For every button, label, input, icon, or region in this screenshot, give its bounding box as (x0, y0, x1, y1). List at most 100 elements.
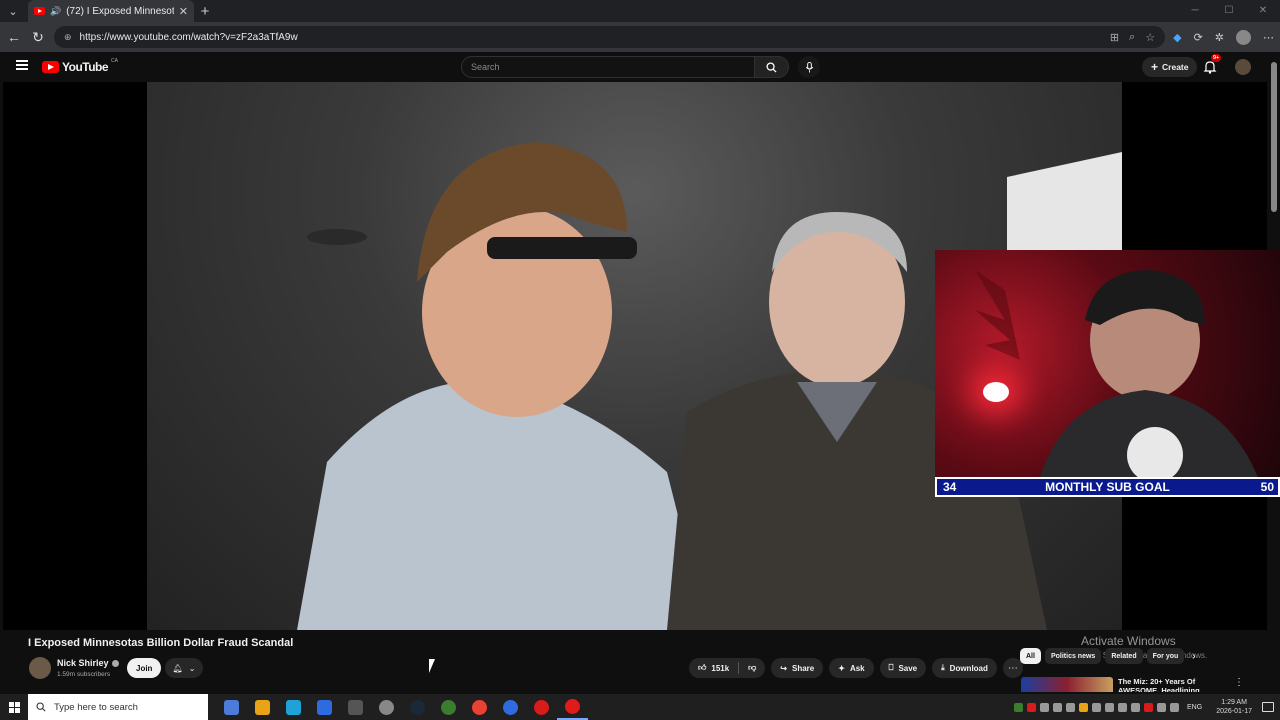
taskbar-app-icon[interactable] (495, 694, 526, 720)
taskbar-app-icon[interactable] (402, 694, 433, 720)
app-glyph-icon (565, 698, 580, 714)
tray-icon[interactable] (1040, 702, 1050, 712)
dislike-button[interactable]: 👎︎ (739, 658, 765, 678)
browser-menu-icon[interactable]: ⋯ (1263, 31, 1274, 44)
start-button[interactable] (0, 694, 28, 720)
taskbar-search[interactable]: Type here to search (28, 694, 208, 720)
close-window-button[interactable]: ✕ (1246, 0, 1280, 22)
menu-icon[interactable] (16, 60, 28, 70)
download-button[interactable]: ⤓ Download (932, 658, 997, 678)
url-text: https://www.youtube.com/watch?v=zF2a3aTf… (79, 31, 298, 43)
recommendation-menu-icon[interactable]: ⋮ (1234, 677, 1244, 688)
more-icon: ⋯ (1007, 662, 1018, 674)
search-icon (766, 61, 777, 73)
extension-icon[interactable]: ◆ (1173, 31, 1181, 44)
account-avatar[interactable] (1235, 59, 1251, 75)
sparkle-icon: ✦ (838, 663, 845, 673)
taskbar-app-icon[interactable] (278, 694, 309, 720)
youtube-logo[interactable]: YouTube CA (42, 58, 118, 74)
favorite-star-icon[interactable]: ☆ (1145, 31, 1155, 44)
thumbs-up-icon: 👍︎ (698, 663, 707, 672)
youtube-header: YouTube CA + Create 9+ (0, 52, 1268, 82)
related-filter-chips: All Politics news Related For you › (1020, 648, 1196, 664)
taskbar-app-icon[interactable] (464, 694, 495, 720)
taskbar-app-icon[interactable] (526, 694, 557, 720)
tray-icon[interactable] (1053, 702, 1063, 712)
extensions-icon[interactable]: ✲ (1215, 31, 1224, 44)
tray-icon[interactable] (1027, 702, 1037, 712)
app-glyph-icon (348, 699, 363, 715)
like-dislike-group: 👍︎ 151k 👎︎ (689, 658, 766, 678)
network-icon[interactable] (1157, 702, 1167, 712)
download-icon: ⤓ (941, 663, 945, 672)
chip-related[interactable]: Related (1105, 648, 1143, 664)
verified-check-icon (111, 659, 119, 667)
save-button[interactable]: ⎕ Save (879, 658, 927, 678)
channel-name[interactable]: Nick Shirley (57, 658, 109, 668)
channel-name-row[interactable]: Nick Shirley (57, 658, 119, 668)
app-glyph-icon (317, 699, 332, 715)
video-title: I Exposed Minnesotas Billion Dollar Frau… (28, 637, 294, 649)
share-icon: ↪ (780, 663, 787, 673)
app-glyph-icon (379, 699, 394, 715)
search-input[interactable] (461, 56, 755, 78)
minimize-button[interactable]: ─ (1178, 0, 1212, 22)
tray-icon[interactable] (1131, 702, 1141, 712)
app-available-icon[interactable]: ⊞ (1110, 31, 1119, 44)
chevron-right-icon[interactable]: › (1192, 651, 1195, 662)
recommendation-thumbnail[interactable] (1021, 677, 1113, 692)
recommendation-title[interactable]: The Miz: 20+ Years Of AWESOME, Headlinin… (1118, 677, 1228, 692)
taskbar-clock[interactable]: 1:29 AM 2026-01-17 (1216, 698, 1252, 716)
plus-icon: + (1151, 60, 1159, 74)
volume-icon[interactable] (1170, 702, 1180, 712)
tray-icon[interactable] (1066, 702, 1076, 712)
taskbar-app-icon[interactable] (371, 694, 402, 720)
taskbar-app-icon[interactable] (247, 694, 278, 720)
ask-button[interactable]: ✦ Ask (829, 658, 874, 678)
search-button[interactable] (755, 56, 789, 78)
browser-tab[interactable]: 🔊 (72) I Exposed Minnesotas Bi ✕ (28, 0, 194, 22)
tab-actions-menu-icon[interactable]: ⌄ (0, 0, 26, 22)
notification-count-badge: 9+ (1211, 54, 1222, 62)
browser-essentials-icon[interactable]: ⟳ (1194, 31, 1203, 44)
back-button[interactable]: ← (6, 29, 22, 45)
tab-title: (72) I Exposed Minnesotas Bi (66, 5, 174, 17)
speaker-icon[interactable]: 🔊 (50, 6, 61, 17)
chip-all[interactable]: All (1020, 648, 1041, 664)
channel-avatar[interactable] (29, 657, 51, 679)
scrollbar-thumb[interactable] (1271, 62, 1277, 212)
voice-search-button[interactable] (798, 56, 820, 78)
taskbar-app-icon[interactable] (216, 694, 247, 720)
site-info-icon[interactable]: ⊕ (64, 32, 72, 43)
taskbar-app-icon[interactable] (433, 694, 464, 720)
subscription-notifications-button[interactable]: 🔔︎ ⌄ (165, 658, 203, 678)
new-tab-button[interactable]: + (194, 3, 216, 20)
save-label: Save (898, 663, 918, 673)
share-button[interactable]: ↪ Share (771, 658, 824, 678)
youtube-logo-text: YouTube (62, 60, 109, 74)
create-button[interactable]: + Create (1142, 57, 1198, 77)
chip-for-you[interactable]: For you (1146, 648, 1185, 664)
tray-icon[interactable] (1118, 702, 1128, 712)
zoom-icon[interactable]: ⌕ (1129, 31, 1135, 44)
url-field[interactable]: ⊕ https://www.youtube.com/watch?v=zF2a3a… (54, 26, 1166, 48)
profile-avatar[interactable] (1236, 29, 1251, 45)
like-button[interactable]: 👍︎ 151k (689, 658, 738, 678)
goal-target: 50 (1260, 480, 1274, 494)
taskbar-app-icon[interactable] (340, 694, 371, 720)
maximize-button[interactable]: ☐ (1212, 0, 1246, 22)
taskbar-app-icon[interactable] (309, 694, 340, 720)
refresh-button[interactable]: ↻ (30, 29, 46, 46)
tray-icon[interactable] (1105, 702, 1115, 712)
close-tab-icon[interactable]: ✕ (179, 5, 188, 18)
language-indicator[interactable]: ENG (1187, 704, 1202, 711)
chip-politics-news[interactable]: Politics news (1044, 648, 1102, 664)
tray-icon[interactable] (1092, 702, 1102, 712)
tray-icon[interactable] (1079, 702, 1089, 712)
download-label: Download (949, 663, 988, 673)
taskbar-app-icon[interactable] (557, 694, 588, 720)
tray-icon[interactable] (1144, 702, 1154, 712)
tray-icon[interactable] (1014, 702, 1024, 712)
notification-center-icon[interactable] (1262, 702, 1274, 712)
join-button[interactable]: Join (127, 658, 162, 678)
